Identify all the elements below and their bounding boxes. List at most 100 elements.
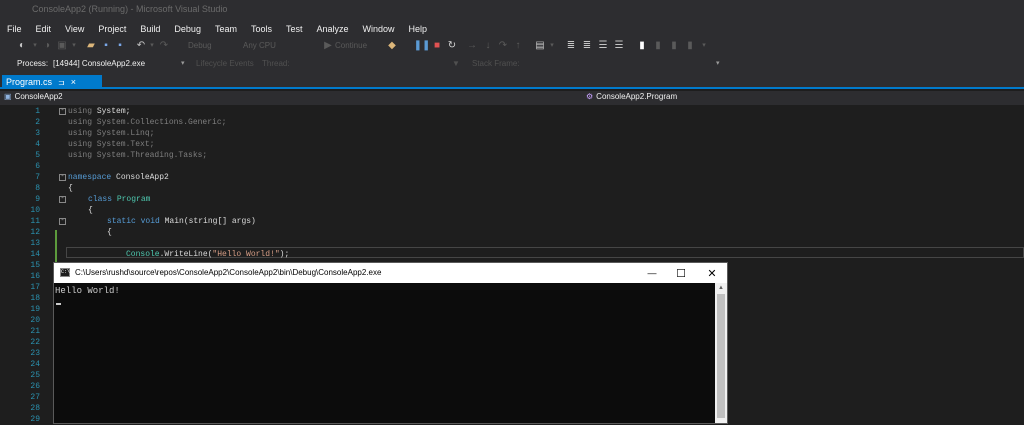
code-line: {	[68, 184, 73, 193]
filter-icon[interactable]: ▼	[452, 59, 460, 68]
line-number: 19	[30, 305, 40, 314]
menu-project[interactable]: Project	[91, 24, 133, 34]
back-dropdown-icon[interactable]: ▾	[31, 40, 39, 52]
toolbar-options-icon[interactable]: ▾	[700, 40, 708, 52]
lifecycle-events-select[interactable]: Lifecycle Events	[196, 59, 254, 68]
stack-frame-dropdown-icon[interactable]: ▾	[716, 59, 720, 67]
threads-dropdown-icon[interactable]: ▾	[548, 40, 556, 52]
project-dropdown[interactable]: ▣ ConsoleApp2	[4, 92, 63, 101]
console-scrollbar[interactable]: ▲	[715, 283, 727, 423]
menu-test[interactable]: Test	[279, 24, 310, 34]
hex-display-icon[interactable]: ▤	[534, 40, 546, 52]
minimize-icon[interactable]: —	[637, 265, 667, 281]
forward-icon[interactable]: ◑	[42, 40, 52, 52]
menu-help[interactable]: Help	[402, 24, 435, 34]
menu-tools[interactable]: Tools	[244, 24, 279, 34]
new-project-icon[interactable]: ▣	[57, 40, 67, 52]
console-window[interactable]: C:\ C:\Users\rushd\source\repos\ConsoleA…	[53, 262, 728, 424]
code-line: namespace ConsoleApp2	[68, 173, 169, 182]
save-all-icon[interactable]: ▪	[114, 40, 126, 52]
line-number: 25	[30, 371, 40, 380]
next-bookmark-icon[interactable]: ▮	[668, 40, 680, 52]
menu-edit[interactable]: Edit	[29, 24, 59, 34]
open-folder-icon[interactable]: ▰	[85, 40, 97, 52]
code-line: using System.Linq;	[68, 129, 155, 138]
redo-icon[interactable]: ↷	[158, 40, 170, 52]
restart-icon[interactable]: ↻	[447, 40, 457, 52]
format-center-icon[interactable]: ≣	[581, 40, 593, 52]
undo-icon[interactable]: ↶	[135, 40, 147, 52]
step-into-icon[interactable]: ↓	[483, 40, 493, 52]
pause-icon[interactable]: ❚❚	[414, 40, 431, 52]
line-number: 26	[30, 382, 40, 391]
new-dropdown-icon[interactable]: ▾	[70, 40, 78, 52]
line-number: 10	[30, 206, 40, 215]
clear-bookmarks-icon[interactable]: ▮	[684, 40, 696, 52]
code-line: Console.WriteLine("Hello World!");	[126, 250, 290, 259]
bookmark-icon[interactable]: ▮	[636, 40, 648, 52]
menu-team[interactable]: Team	[208, 24, 244, 34]
menu-build[interactable]: Build	[133, 24, 167, 34]
tab-program-cs[interactable]: Program.cs ⊐ ×	[2, 75, 102, 89]
line-number: 7	[35, 173, 40, 182]
line-number: 29	[30, 415, 40, 424]
class-name: ConsoleApp2.Program	[596, 92, 678, 101]
code-line: {	[107, 228, 112, 237]
process-dropdown-icon[interactable]: ▾	[181, 59, 185, 67]
close-tab-icon[interactable]: ×	[71, 77, 76, 87]
close-icon[interactable]: ✕	[697, 265, 727, 281]
console-title-bar[interactable]: C:\ C:\Users\rushd\source\repos\ConsoleA…	[54, 263, 727, 283]
scroll-up-icon[interactable]: ▲	[715, 283, 727, 293]
type-dropdown[interactable]: ⚙ ConsoleApp2.Program	[586, 92, 677, 101]
line-number: 1	[35, 107, 40, 116]
line-number: 4	[35, 140, 40, 149]
fold-toggle-icon[interactable]: -	[59, 174, 66, 181]
line-number: 11	[30, 217, 40, 226]
solution-platform-select[interactable]: Any CPU	[243, 41, 276, 50]
console-title: C:\Users\rushd\source\repos\ConsoleApp2\…	[75, 268, 382, 277]
back-icon[interactable]: ◐	[16, 40, 28, 52]
continue-icon[interactable]: ▶	[323, 40, 333, 52]
prev-bookmark-icon[interactable]: ▮	[652, 40, 664, 52]
show-next-statement-icon[interactable]: →	[467, 40, 477, 52]
menu-analyze[interactable]: Analyze	[310, 24, 356, 34]
step-out-icon[interactable]: ↑	[513, 40, 523, 52]
line-number: 23	[30, 349, 40, 358]
line-number: 12	[30, 228, 40, 237]
code-line: static void Main(string[] args)	[107, 217, 256, 226]
stop-icon[interactable]: ■	[432, 40, 442, 52]
line-number: 6	[35, 162, 40, 171]
save-icon[interactable]: ▪	[100, 40, 112, 52]
comment-icon[interactable]: ☰	[597, 40, 609, 52]
format-left-icon[interactable]: ≣	[565, 40, 577, 52]
fold-toggle-icon[interactable]: -	[59, 108, 66, 115]
scroll-thumb[interactable]	[717, 294, 725, 418]
continue-button[interactable]: Continue	[335, 41, 367, 50]
solution-config-select[interactable]: Debug	[188, 41, 212, 50]
process-label: Process:	[17, 59, 49, 68]
window-title: ConsoleApp2 (Running) - Microsoft Visual…	[32, 4, 228, 14]
step-over-icon[interactable]: ↷	[498, 40, 508, 52]
process-select[interactable]: [14944] ConsoleApp2.exe	[53, 59, 145, 68]
csharp-project-icon: ▣	[4, 92, 12, 101]
line-number: 8	[35, 184, 40, 193]
fold-toggle-icon[interactable]: -	[59, 218, 66, 225]
console-output-area[interactable]: Hello World!	[54, 283, 715, 423]
uncomment-icon[interactable]: ☰	[613, 40, 625, 52]
fold-toggle-icon[interactable]: -	[59, 196, 66, 203]
menu-window[interactable]: Window	[356, 24, 402, 34]
menu-file[interactable]: File	[0, 24, 29, 34]
menu-debug[interactable]: Debug	[167, 24, 208, 34]
code-line: class Program	[88, 195, 151, 204]
undo-dropdown-icon[interactable]: ▾	[148, 40, 156, 52]
change-marker	[55, 241, 57, 252]
fire-icon[interactable]: ◆	[386, 40, 398, 52]
maximize-icon[interactable]: ☐	[666, 265, 696, 281]
thread-label: Thread:	[262, 59, 290, 68]
menu-view[interactable]: View	[58, 24, 91, 34]
pin-icon[interactable]: ⊐	[58, 78, 65, 87]
tab-label: Program.cs	[6, 77, 53, 87]
standard-toolbar: ◐ ▾ ◑ ▣ ▾ ▰ ▪ ▪ ↶ ▾ ↷ Debug Any CPU ▶ Co…	[0, 37, 1024, 56]
code-line: using System;	[68, 107, 131, 116]
line-number: 27	[30, 393, 40, 402]
